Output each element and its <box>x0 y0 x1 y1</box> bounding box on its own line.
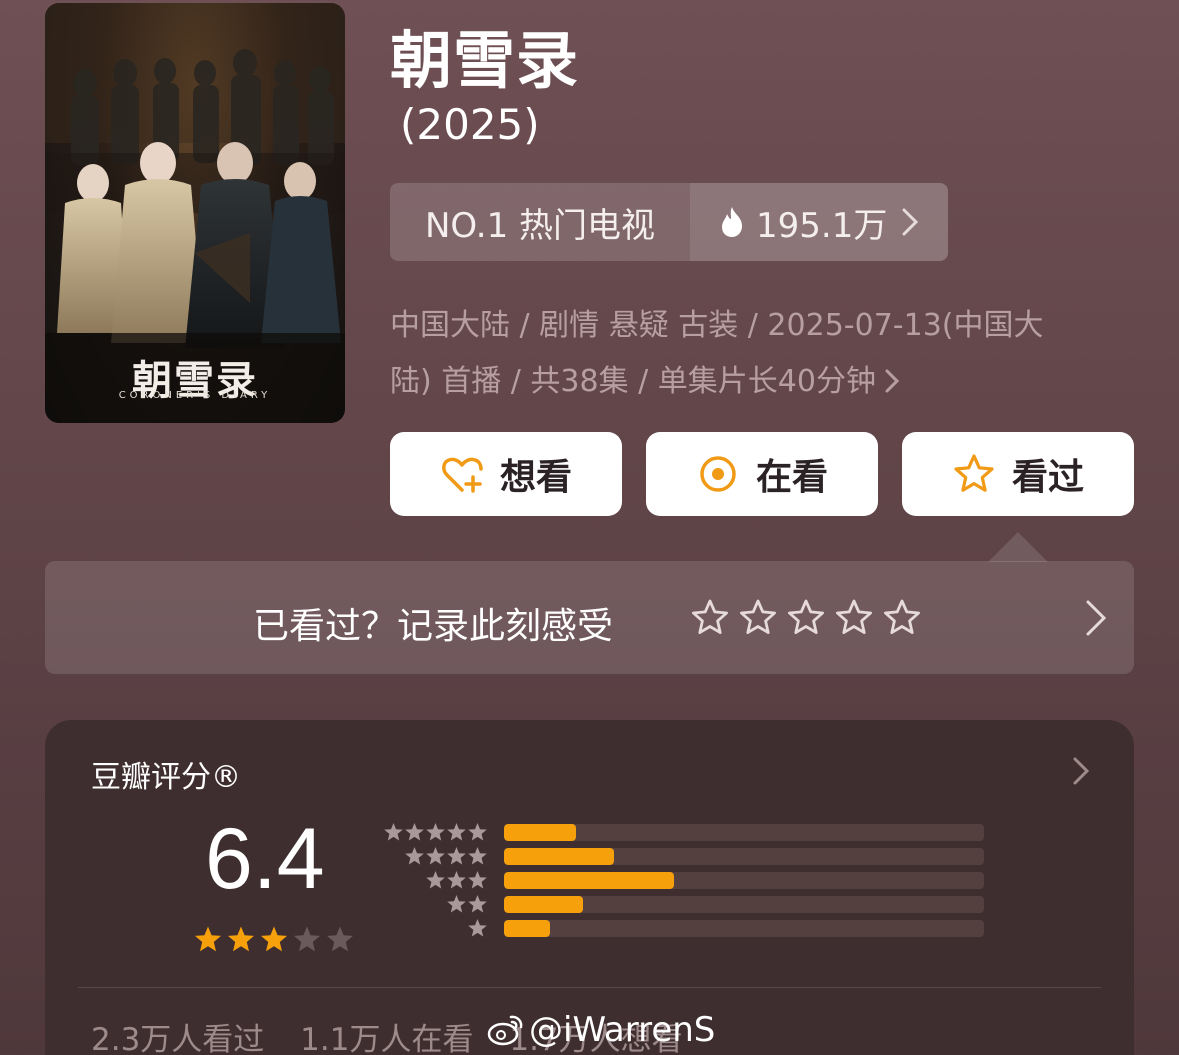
distribution-track <box>504 920 984 937</box>
weibo-watermark: @iWarrenS <box>487 1010 715 1050</box>
review-pointer <box>988 532 1048 562</box>
watching-count: 1.1万人在看 <box>300 1022 474 1055</box>
gray-star-icon <box>426 847 445 865</box>
distribution-bar <box>504 824 576 841</box>
heat-count[interactable]: 195.1万 <box>690 183 948 261</box>
ranking-badge[interactable]: NO.1 热门电视 195.1万 <box>390 183 948 261</box>
poster-subtitle-art: CORONER'S DIARY <box>118 390 272 401</box>
gray-star-icon <box>426 823 445 841</box>
distribution-stars <box>425 870 488 891</box>
meta-line-2: 陆) 首播 / 共38集 / 单集片长40分钟 <box>390 364 876 399</box>
gray-star-icon <box>447 871 466 889</box>
distribution-track <box>504 872 984 889</box>
distribution-stars <box>467 918 488 939</box>
star-icon <box>954 454 994 492</box>
watched-button[interactable]: 看过 <box>902 432 1134 516</box>
release-year: (2025) <box>400 100 540 149</box>
chevron-right-icon[interactable] <box>1072 756 1090 786</box>
empty-star-icon <box>294 926 320 952</box>
want-button[interactable]: 想看 <box>390 432 622 516</box>
heart-plus-icon <box>442 457 483 493</box>
gray-star-icon <box>384 823 403 841</box>
rank-label: NO.1 热门电视 <box>390 183 690 261</box>
gray-star-icon <box>447 847 466 865</box>
divider <box>78 987 1101 988</box>
poster-image[interactable]: 朝雪录 CORONER'S DIARY <box>45 3 345 423</box>
empty-star-icon[interactable] <box>738 598 778 638</box>
empty-star-icon[interactable] <box>786 598 826 638</box>
gray-star-icon <box>468 871 487 889</box>
review-star-rating[interactable] <box>690 598 922 638</box>
meta-line-1: 中国大陆 / 剧情 悬疑 古装 / 2025-07-13(中国大 <box>390 308 1044 343</box>
empty-star-icon[interactable] <box>882 598 922 638</box>
distribution-row-1-star <box>384 918 984 940</box>
gray-star-icon <box>447 895 466 913</box>
gray-star-icon <box>468 823 487 841</box>
distribution-bar <box>504 872 674 889</box>
weibo-logo-icon <box>487 1015 523 1046</box>
distribution-track <box>504 824 984 841</box>
empty-star-icon[interactable] <box>690 598 730 638</box>
distribution-bar <box>504 920 550 937</box>
watched-label: 看过 <box>1011 457 1084 498</box>
distribution-row-2-star <box>384 894 984 916</box>
watching-button[interactable]: 在看 <box>646 432 878 516</box>
rating-label: 豆瓣评分® <box>91 760 241 795</box>
distribution-track <box>504 848 984 865</box>
watched-count: 2.3万人看过 <box>91 1022 265 1055</box>
chevron-right-icon[interactable] <box>1084 598 1108 638</box>
rating-stars <box>193 925 355 955</box>
watermark-text: @iWarrenS <box>529 1010 716 1050</box>
show-meta[interactable]: 中国大陆 / 剧情 悬疑 古装 / 2025-07-13(中国大 陆) 首播 /… <box>390 298 1110 410</box>
empty-star-icon[interactable] <box>834 598 874 638</box>
empty-star-icon <box>327 926 353 952</box>
heat-value: 195.1万 <box>756 205 888 246</box>
gray-star-icon <box>426 871 445 889</box>
want-label: 想看 <box>499 457 572 498</box>
chevron-right-icon <box>902 208 919 236</box>
distribution-bar <box>504 896 583 913</box>
flame-icon <box>722 207 742 237</box>
distribution-row-3-star <box>384 870 984 892</box>
distribution-stars <box>404 846 488 867</box>
watching-label: 在看 <box>755 457 828 498</box>
target-icon <box>700 456 736 492</box>
distribution-stars <box>383 822 488 843</box>
distribution-stars <box>446 894 488 915</box>
gray-star-icon <box>468 847 487 865</box>
filled-star-icon <box>228 926 254 952</box>
filled-star-icon <box>195 926 221 952</box>
meta-line-2-wrap: 陆) 首播 / 共38集 / 单集片长40分钟 <box>390 354 1110 410</box>
gray-star-icon <box>447 823 466 841</box>
page-title: 朝雪录 <box>390 24 580 97</box>
distribution-row-5-star <box>384 822 984 844</box>
gray-star-icon <box>468 919 487 937</box>
review-prompt-text: 已看过？记录此刻感受 <box>253 606 614 647</box>
distribution-bar <box>504 848 614 865</box>
filled-star-icon <box>261 926 287 952</box>
gray-star-icon <box>405 847 424 865</box>
rating-score: 6.4 <box>205 811 325 907</box>
distribution-row-4-star <box>384 846 984 868</box>
gray-star-icon <box>405 823 424 841</box>
distribution-track <box>504 896 984 913</box>
chevron-right-icon <box>885 369 900 393</box>
gray-star-icon <box>468 895 487 913</box>
